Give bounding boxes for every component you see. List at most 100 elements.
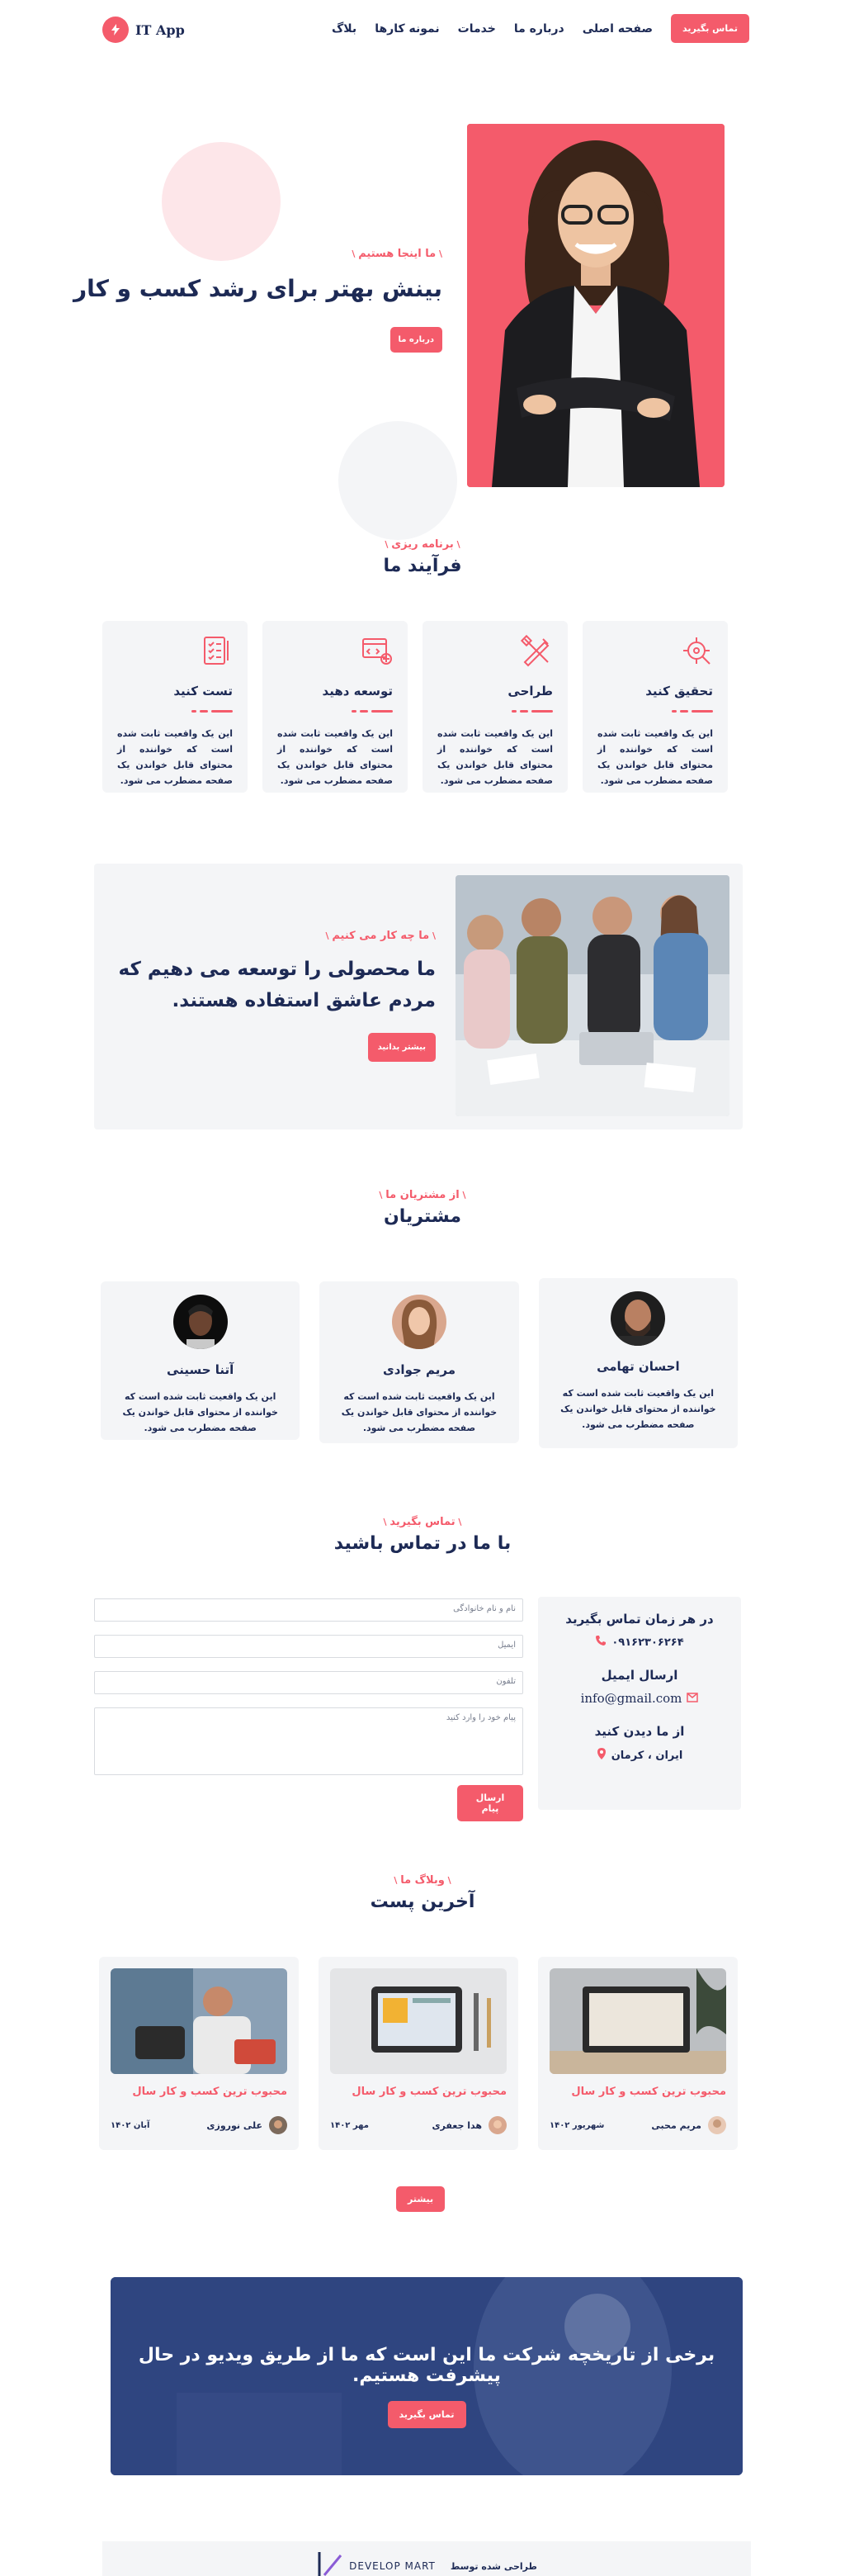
contact-title: با ما در تماس باشید (333, 1533, 512, 1554)
design-tools-icon (437, 634, 553, 670)
post-author: علی نوروزی (206, 2116, 287, 2134)
process-card-text: این یک واقعیت ثابت شده است که خواننده از… (597, 728, 713, 786)
what-we-do-text: \ ما چه کار می کنیم \ ما محصولی را توسعه… (106, 930, 436, 1062)
email-row[interactable]: info@gmail.com (538, 1691, 741, 1706)
checklist-icon (117, 634, 233, 670)
contact-header: \ تماس بگیرید \ با ما در تماس باشید (0, 1516, 845, 1554)
process-cards: تحقیق کنید این یک واقعیت ثابت شده است که… (101, 621, 728, 793)
testimonial-card: احسان تهامی این یک واقعیت ثابت شده است ک… (538, 1278, 738, 1448)
process-card-title: تحقیق کنید (645, 684, 713, 698)
post-date: مهر ۱۴۰۲ (330, 2120, 369, 2130)
author-name: علی نوروزی (206, 2119, 262, 2131)
process-eyebrow: \ برنامه ریزی \ (385, 538, 460, 551)
process-card-text: این یک واقعیت ثابت شده است که خواننده از… (277, 728, 393, 786)
post-meta: علی نوروزی آبان ۱۴۰۲ (111, 2116, 287, 2134)
avatar (392, 1295, 447, 1349)
email-title: ارسال ایمیل (601, 1668, 678, 1683)
address: ایران ، کرمان (611, 1749, 683, 1762)
name-field[interactable]: نام و نام خانوادگی (94, 1598, 523, 1622)
location-pin-icon (597, 1747, 607, 1764)
post-meta: هدا جعفری مهر ۱۴۰۲ (330, 2116, 507, 2134)
footer-label: طراحی شده توسط (450, 2560, 537, 2572)
avatar (708, 2116, 726, 2134)
customer-cards: احسان تهامی این یک واقعیت ثابت شده است ک… (101, 1278, 738, 1448)
phone-field[interactable]: تلفون (94, 1671, 523, 1694)
testimonial-card: مریم جوادی این یک واقعیت ثابت شده است که… (319, 1281, 519, 1443)
process-card-text: این یک واقعیت ثابت شده است که خواننده از… (437, 728, 553, 786)
send-message-button[interactable]: ارسال پیام (457, 1785, 523, 1821)
post-title[interactable]: محبوب ترین کسب و کار سال (550, 2086, 726, 2098)
avatar (489, 2116, 507, 2134)
author-name: هدا جعفری (432, 2119, 482, 2131)
team-photo (456, 875, 729, 1116)
author-name: مریم محبی (651, 2119, 701, 2131)
customers-eyebrow: \ از مشتریان ما \ (379, 1189, 466, 1201)
nav-blog[interactable]: بلاگ (332, 22, 356, 36)
process-title: فرآیند ما (383, 556, 462, 576)
develop-mart-logo-icon (316, 2550, 344, 2576)
process-card: طراحی این یک واقعیت ثابت شده است که خوان… (422, 621, 568, 793)
blog-header: \ وبلاگ ما \ آخرین پست (0, 1874, 845, 1912)
phone-row[interactable]: ۰۹۱۶۲۳۰۶۲۶۴ (538, 1635, 741, 1650)
post-image (111, 1968, 287, 2074)
customer-quote: این یک واقعیت ثابت شده است که خواننده از… (560, 1388, 716, 1430)
divider (277, 710, 393, 713)
process-card: تست کنید این یک واقعیت ثابت شده است که خ… (102, 621, 248, 793)
post-date: آبان ۱۴۰۲ (111, 2120, 150, 2130)
post-title[interactable]: محبوب ترین کسب و کار سال (330, 2086, 507, 2098)
avatar (269, 2116, 287, 2134)
process-header: \ برنامه ریزی \ فرآیند ما (0, 538, 845, 576)
post-title[interactable]: محبوب ترین کسب و کار سال (111, 2086, 287, 2098)
post-date: شهریور ۱۴۰۲ (550, 2120, 605, 2130)
logo-text: IT App (135, 21, 185, 38)
message-field[interactable]: پیام خود را وارد کنید (94, 1707, 523, 1775)
contact-form: نام و نام خانوادگی ایمیل تلفون پیام خود … (94, 1598, 523, 1821)
call-title: در هر زمان تماس بگیرید (565, 1612, 714, 1627)
process-card-title: طراحی (507, 684, 553, 698)
email-field[interactable]: ایمیل (94, 1635, 523, 1658)
hero-text: \ ما اینجا هستیم \ بینش بهتر برای رشد کس… (73, 248, 442, 353)
testimonial-card: آتنا حسینی این یک واقعیت ثابت شده است که… (101, 1281, 300, 1440)
footer-brand[interactable]: DEVELOP MART (316, 2550, 436, 2576)
nav-about[interactable]: درباره ما (514, 22, 564, 36)
avatar (611, 1291, 666, 1346)
nav-portfolio[interactable]: نمونه کارها (375, 22, 439, 36)
phone-number: ۰۹۱۶۲۳۰۶۲۶۴ (611, 1636, 684, 1649)
blog-card[interactable]: محبوب ترین کسب و کار سال علی نوروزی آبان… (99, 1957, 299, 2150)
divider (437, 710, 553, 713)
develop-icon (277, 634, 393, 670)
hero-eyebrow: \ ما اینجا هستیم \ (352, 248, 442, 260)
what-we-do-section: \ ما چه کار می کنیم \ ما محصولی را توسعه… (94, 864, 743, 1129)
phone-icon (595, 1635, 607, 1650)
video-banner: برخی از تاریخچه شرکت ما این است که ما از… (111, 2277, 743, 2475)
more-posts-button[interactable]: بیشتر (396, 2186, 446, 2212)
process-card-title: توسعه دهید (322, 684, 393, 698)
customers-title: مشتریان (384, 1206, 461, 1227)
customer-name: احسان تهامی (597, 1359, 680, 1374)
nav-services[interactable]: خدمات (458, 22, 496, 36)
contact-info-box: در هر زمان تماس بگیرید ۰۹۱۶۲۳۰۶۲۶۴ ارسال… (538, 1597, 741, 1810)
about-us-button[interactable]: درباره ما (389, 327, 442, 353)
video-contact-button[interactable]: تماس بگیرید (387, 2401, 466, 2428)
learn-more-button[interactable]: بیشتر بدانید (367, 1033, 436, 1062)
customer-name: مریم جوادی (382, 1362, 456, 1377)
what-we-do-title: ما محصولی را توسعه می دهیم که مردم عاشق … (118, 959, 436, 1011)
logo[interactable]: IT App (102, 17, 185, 43)
blog-card[interactable]: محبوب ترین کسب و کار سال مریم محبی شهریو… (538, 1957, 738, 2150)
post-image (550, 1968, 726, 2074)
header-contact-button[interactable]: تماس بگیرید (671, 14, 749, 43)
blog-eyebrow: \ وبلاگ ما \ (394, 1874, 451, 1887)
process-card-title: تست کنید (173, 684, 233, 698)
lightning-icon (102, 17, 129, 43)
main-nav: تماس بگیرید صفحه اصلی درباره ما خدمات نم… (332, 14, 749, 43)
process-card: تحقیق کنید این یک واقعیت ثابت شده است که… (583, 621, 728, 793)
footer-brand-name: DEVELOP MART (349, 2560, 436, 2572)
blog-title: آخرین پست (370, 1892, 475, 1912)
hero-image (467, 124, 725, 487)
decor-circle (162, 142, 281, 261)
nav-home[interactable]: صفحه اصلی (583, 22, 653, 36)
footer: طراحی شده توسط DEVELOP MART (102, 2541, 751, 2576)
post-image (330, 1968, 507, 2074)
visit-title: از ما دیدن کنید (594, 1724, 685, 1739)
blog-card[interactable]: محبوب ترین کسب و کار سال هدا جعفری مهر ۱… (319, 1957, 518, 2150)
